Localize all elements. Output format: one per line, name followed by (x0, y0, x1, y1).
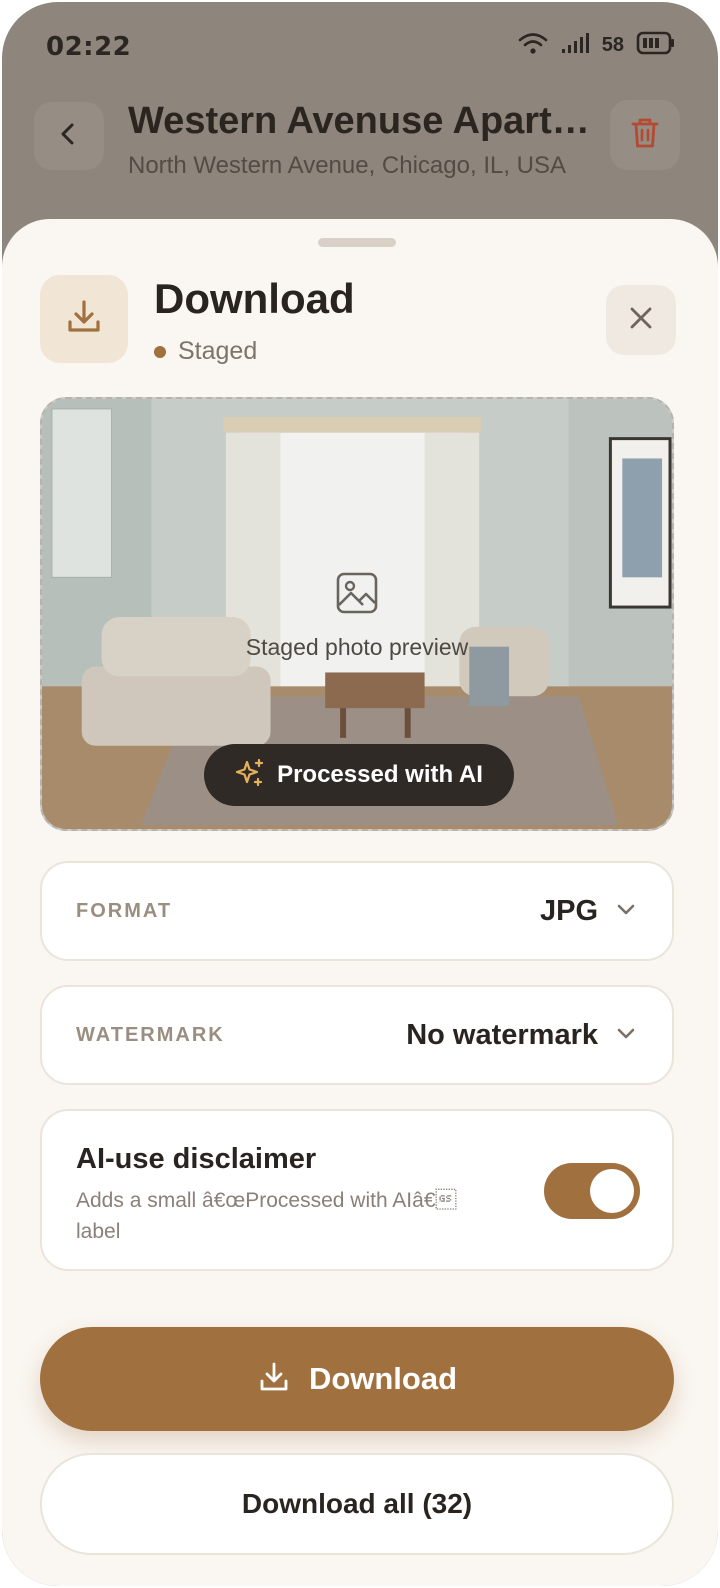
format-select[interactable]: FORMAT JPG (40, 861, 674, 961)
ai-disclaimer-title: AI-use disclaimer (76, 1143, 317, 1175)
chevron-down-icon (614, 1021, 638, 1050)
chevron-down-icon (614, 897, 638, 926)
battery-icon (636, 30, 676, 61)
preview-placeholder: Staged photo preview (42, 571, 672, 661)
trash-icon (629, 116, 661, 155)
sheet-grabber[interactable] (318, 238, 396, 247)
status-dot (154, 345, 166, 358)
download-all-button[interactable]: Download all (32) (40, 1453, 674, 1555)
battery-level: 58 (601, 34, 624, 56)
download-button[interactable]: Download (40, 1327, 674, 1431)
wifi-icon (518, 31, 548, 60)
image-icon (335, 571, 379, 620)
download-all-label: Download all (32) (241, 1488, 473, 1519)
status-time: 02:22 (46, 32, 132, 62)
close-icon (628, 305, 654, 336)
download-badge (40, 275, 128, 363)
format-value: JPG (539, 894, 598, 927)
listing-title: Western Avenuse Apartment (128, 100, 590, 142)
watermark-value: No watermark (406, 1018, 598, 1051)
ai-badge-label: Processed with AI (277, 761, 483, 788)
format-label: FORMAT (76, 899, 173, 922)
status-badge: Staged (154, 337, 257, 366)
download-icon (64, 297, 104, 342)
download-button-label: Download (308, 1361, 458, 1396)
status-label: Staged (178, 337, 258, 365)
ai-disclaimer-card: AI-use disclaimer Adds a small â€œProces… (40, 1109, 674, 1271)
signal-icon (560, 31, 590, 60)
download-sheet: Download Staged Staged photo preview Pro… (2, 219, 718, 1586)
status-bar: 02:22 58 (2, 2, 718, 94)
phone-screen: 02:22 58 Western Avenuse Apartm North We… (2, 2, 718, 1586)
ai-disclaimer-toggle[interactable] (544, 1163, 640, 1219)
download-icon (257, 1360, 291, 1399)
preview-placeholder-label: Staged photo preview (245, 634, 469, 660)
chevron-left-icon (56, 121, 82, 152)
close-button[interactable] (606, 285, 676, 355)
ai-disclaimer-description: Adds a small â€œProcessed with AIâ€ labe… (76, 1189, 457, 1243)
watermark-label: WATERMARK (76, 1023, 225, 1046)
back-button[interactable] (34, 102, 104, 170)
status-icons: 58 (518, 30, 676, 61)
ai-processed-badge: Processed with AI (204, 744, 514, 806)
sparkle-icon (235, 758, 265, 793)
toggle-knob (590, 1169, 634, 1213)
listing-address: North Western Avenue, Chicago, IL, USA (128, 152, 567, 179)
delete-button[interactable] (610, 100, 680, 170)
staged-photo-preview: Staged photo preview Processed with AI (40, 397, 674, 831)
watermark-select[interactable]: WATERMARK No watermark (40, 985, 674, 1085)
sheet-title: Download (154, 275, 355, 322)
listing-header: Western Avenuse Apartment North Western … (2, 94, 718, 224)
